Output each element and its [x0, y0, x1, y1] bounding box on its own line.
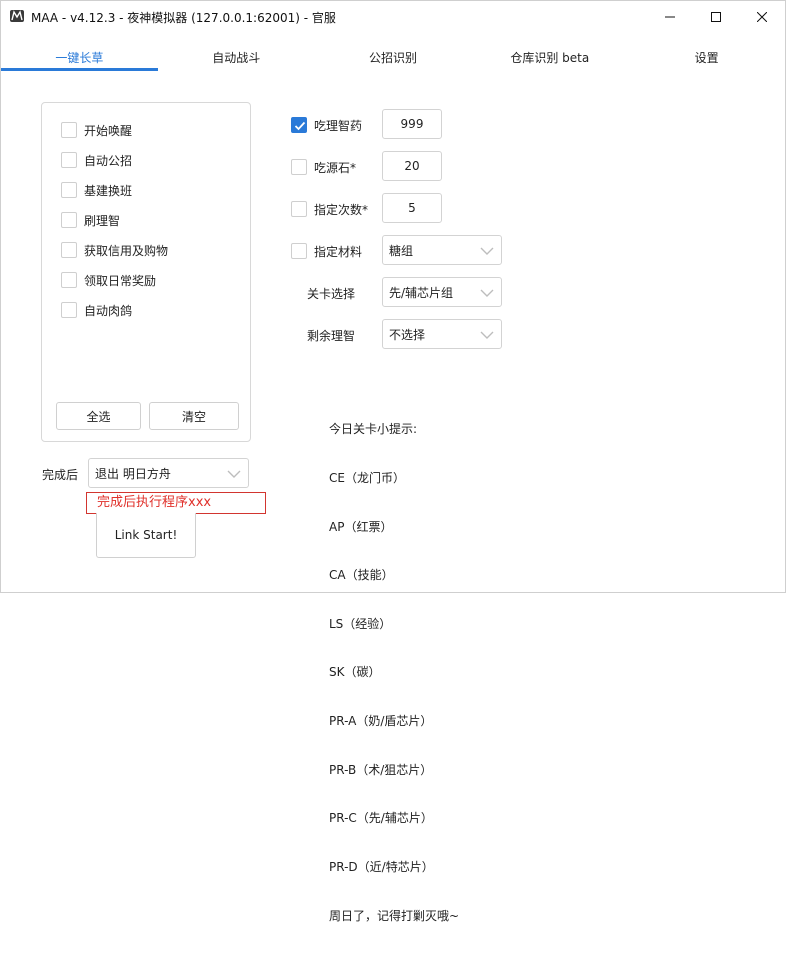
- task-roguelike[interactable]: 自动肉鸽: [61, 301, 132, 319]
- stone-checkbox[interactable]: [291, 159, 307, 175]
- task-infrast-label: 基建换班: [84, 183, 133, 198]
- medicine-label: 吃理智药: [314, 118, 363, 133]
- task-recruit-checkbox[interactable]: [61, 152, 77, 168]
- material-label: 指定材料: [314, 244, 363, 259]
- tips-line: PR-A（奶/盾芯片）: [329, 714, 433, 729]
- task-recruit-label: 自动公招: [84, 153, 133, 168]
- after-complete-value: 退出 明日方舟: [95, 466, 171, 481]
- close-button[interactable]: [739, 1, 785, 32]
- remaining-label: 剩余理智: [307, 329, 356, 343]
- task-award[interactable]: 领取日常奖励: [61, 271, 156, 289]
- app-logo-icon: [10, 10, 24, 22]
- task-wakeup-checkbox[interactable]: [61, 122, 77, 138]
- tab-settings[interactable]: 设置: [628, 41, 785, 71]
- tips-line: PR-C（先/辅芯片）: [329, 811, 433, 826]
- material-option[interactable]: 指定材料: [291, 242, 362, 260]
- tips-line: AP（红票）: [329, 519, 393, 534]
- medicine-option[interactable]: 吃理智药: [291, 116, 362, 134]
- times-count-input[interactable]: 5: [382, 193, 442, 223]
- task-infrast-checkbox[interactable]: [61, 182, 77, 198]
- chevron-down-icon: [480, 289, 494, 297]
- times-option[interactable]: 指定次数*: [291, 200, 368, 218]
- task-mall-label: 获取信用及购物: [84, 243, 169, 258]
- medicine-checkbox[interactable]: [291, 117, 307, 133]
- stage-select[interactable]: 先/辅芯片组: [382, 277, 502, 307]
- task-infrast[interactable]: 基建换班: [61, 181, 132, 199]
- tips-line: 周日了，记得打剿灭哦~: [329, 908, 460, 923]
- after-complete-label: 完成后: [42, 468, 79, 482]
- chevron-down-icon: [480, 331, 494, 339]
- link-start-button[interactable]: Link Start!: [96, 513, 196, 558]
- tips-line: PR-B（术/狙芯片）: [329, 762, 433, 777]
- task-fight-checkbox[interactable]: [61, 212, 77, 228]
- task-recruit[interactable]: 自动公招: [61, 151, 132, 169]
- tab-depot[interactable]: 仓库识别 beta: [471, 41, 628, 71]
- after-complete-select[interactable]: 退出 明日方舟: [88, 458, 249, 488]
- task-mall-checkbox[interactable]: [61, 242, 77, 258]
- tips-line: PR-D（近/特芯片）: [329, 859, 434, 874]
- stage-value: 先/辅芯片组: [389, 285, 454, 300]
- chevron-down-icon: [227, 470, 241, 478]
- remaining-value: 不选择: [389, 327, 426, 342]
- task-wakeup-label: 开始唤醒: [84, 123, 133, 138]
- title-bar[interactable]: MAA - v4.12.3 - 夜神模拟器 (127.0.0.1:62001) …: [1, 1, 785, 32]
- tips-line: SK（碳）: [329, 665, 381, 680]
- task-list-panel: 开始唤醒 自动公招 基建换班 刷理智 获取信用及购物 领取日常奖励 自动肉鸽 全…: [41, 102, 251, 442]
- task-roguelike-label: 自动肉鸽: [84, 303, 133, 318]
- chevron-down-icon: [480, 247, 494, 255]
- stage-tips: 今日关卡小提示: CE（龙门币） AP（红票） CA（技能） LS（经验） SK…: [329, 389, 459, 956]
- minimize-button[interactable]: [647, 1, 693, 32]
- stage-label: 关卡选择: [307, 287, 356, 301]
- medicine-count-input[interactable]: 999: [382, 109, 442, 139]
- tab-auto-battle[interactable]: 自动战斗: [158, 41, 315, 71]
- task-award-checkbox[interactable]: [61, 272, 77, 288]
- select-all-button[interactable]: 全选: [56, 402, 141, 430]
- tips-line: CE（龙门币）: [329, 471, 405, 486]
- stone-label: 吃源石*: [314, 160, 357, 175]
- main-tabs: 一键长草 自动战斗 公招识别 仓库识别 beta 设置: [1, 41, 785, 71]
- task-award-label: 领取日常奖励: [84, 273, 157, 288]
- tab-one-click[interactable]: 一键长草: [1, 41, 158, 71]
- tips-line: 今日关卡小提示:: [329, 422, 418, 437]
- stone-count-input[interactable]: 20: [382, 151, 442, 181]
- app-window: MAA - v4.12.3 - 夜神模拟器 (127.0.0.1:62001) …: [0, 0, 786, 923]
- task-mall[interactable]: 获取信用及购物: [61, 241, 168, 259]
- task-wakeup[interactable]: 开始唤醒: [61, 121, 132, 139]
- times-label: 指定次数*: [314, 202, 369, 217]
- tips-line: CA（技能）: [329, 568, 394, 583]
- tips-line: LS（经验）: [329, 616, 392, 631]
- window-title: MAA - v4.12.3 - 夜神模拟器 (127.0.0.1:62001) …: [31, 11, 336, 25]
- close-icon: [757, 11, 767, 22]
- after-complete-command-input[interactable]: 完成后执行程序xxx: [86, 492, 266, 514]
- maximize-button[interactable]: [693, 1, 739, 32]
- minimize-icon: [665, 16, 675, 17]
- task-fight[interactable]: 刷理智: [61, 211, 120, 229]
- task-fight-label: 刷理智: [84, 213, 121, 228]
- check-icon: [294, 121, 306, 131]
- material-checkbox[interactable]: [291, 243, 307, 259]
- stone-option[interactable]: 吃源石*: [291, 158, 356, 176]
- clear-button[interactable]: 清空: [149, 402, 239, 430]
- task-roguelike-checkbox[interactable]: [61, 302, 77, 318]
- times-checkbox[interactable]: [291, 201, 307, 217]
- tab-recruit[interactable]: 公招识别: [315, 41, 472, 71]
- material-value: 糖组: [389, 243, 414, 258]
- remaining-select[interactable]: 不选择: [382, 319, 502, 349]
- maximize-icon: [711, 11, 721, 22]
- material-select[interactable]: 糖组: [382, 235, 502, 265]
